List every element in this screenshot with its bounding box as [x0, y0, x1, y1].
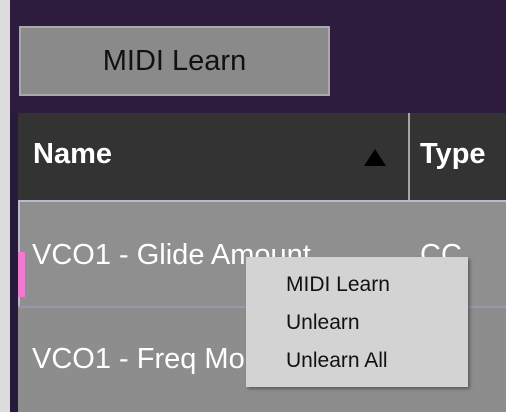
- window-edge: [0, 0, 10, 412]
- context-menu: MIDI Learn Unlearn Unlearn All: [246, 257, 468, 387]
- menu-item-midi-learn[interactable]: MIDI Learn: [286, 273, 390, 297]
- selection-marker: [18, 252, 25, 297]
- sort-ascending-icon[interactable]: [364, 149, 386, 166]
- column-header-name[interactable]: Name: [33, 138, 112, 171]
- menu-item-unlearn[interactable]: Unlearn: [286, 311, 360, 335]
- row-name-cell[interactable]: VCO1 - Freq Mod: [32, 343, 261, 376]
- menu-item-unlearn-all[interactable]: Unlearn All: [286, 349, 388, 373]
- column-divider[interactable]: [408, 113, 410, 200]
- column-header-type[interactable]: Type: [420, 138, 486, 171]
- midi-learn-button[interactable]: MIDI Learn: [19, 26, 330, 96]
